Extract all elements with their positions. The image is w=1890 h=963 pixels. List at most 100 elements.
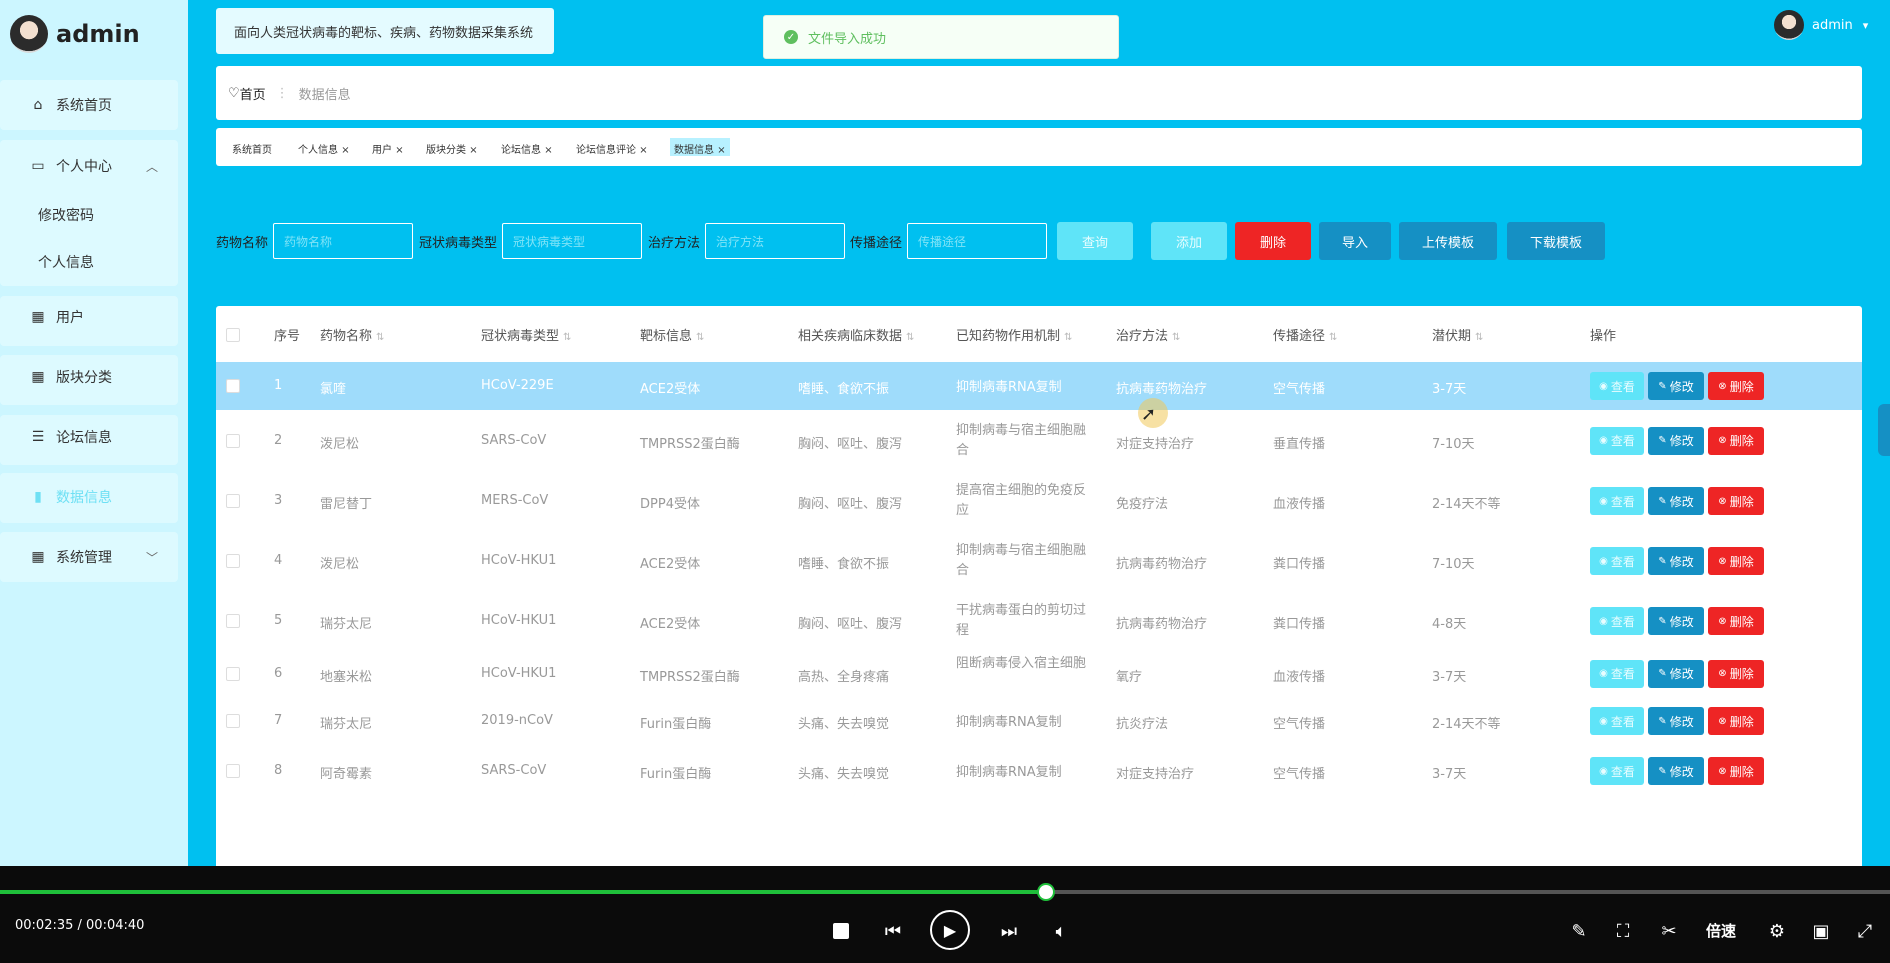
- table-row[interactable]: 3 雷尼替丁 MERS-CoV DPP4受体 胸闷、呕吐、腹泻 提高宿主细胞的免疫反应 免疫…: [216, 471, 1862, 531]
- row-checkbox[interactable]: [226, 554, 240, 568]
- sort-icon[interactable]: ⇅: [1475, 332, 1483, 343]
- delete-row-button[interactable]: ⊗ 删除: [1708, 547, 1764, 575]
- edit-button[interactable]: ✎ 修改: [1648, 607, 1704, 635]
- edit-button[interactable]: ✎ 修改: [1648, 659, 1704, 688]
- view-button[interactable]: ◉ 查看: [1590, 487, 1644, 515]
- annotate-button[interactable]: ✎: [1566, 918, 1592, 944]
- close-icon[interactable]: ×: [544, 145, 552, 156]
- close-icon[interactable]: ×: [717, 145, 725, 156]
- view-button[interactable]: ◉ 查看: [1590, 707, 1644, 735]
- view-button[interactable]: ◉ 查看: [1590, 372, 1644, 400]
- progress-knob[interactable]: [1037, 883, 1056, 901]
- delete-row-button[interactable]: ⊗ 删除: [1708, 487, 1764, 515]
- query-button[interactable]: 查询: [1057, 222, 1133, 260]
- edit-button[interactable]: ✎ 修改: [1648, 372, 1704, 400]
- tab-personal-info[interactable]: 个人信息 ×: [294, 138, 354, 156]
- next-button[interactable]: ⏭: [996, 918, 1022, 944]
- delete-row-button[interactable]: ⊗ 删除: [1708, 707, 1764, 735]
- delete-row-button[interactable]: ⊗ 删除: [1708, 757, 1764, 785]
- upload-template-button[interactable]: 上传模板: [1399, 222, 1497, 260]
- row-checkbox[interactable]: [226, 666, 240, 681]
- sidebar-item-personal-center[interactable]: ▭ 个人中心 ︿: [0, 142, 178, 190]
- column-header[interactable]: 靶标信息 ⇅: [640, 325, 704, 344]
- sidebar-item-data[interactable]: ▮ 数据信息: [0, 473, 178, 521]
- sort-icon[interactable]: ⇅: [1172, 332, 1180, 343]
- import-button[interactable]: 导入: [1319, 222, 1391, 260]
- view-button[interactable]: ◉ 查看: [1590, 426, 1644, 455]
- column-header[interactable]: 传播途径 ⇅: [1273, 325, 1337, 344]
- fullscreen-button[interactable]: ⤢: [1852, 918, 1878, 944]
- tab-users[interactable]: 用户 ×: [368, 138, 408, 156]
- close-icon[interactable]: ×: [341, 145, 349, 156]
- close-icon[interactable]: ×: [469, 145, 477, 156]
- delete-row-button[interactable]: ⊗ 删除: [1708, 659, 1764, 688]
- row-checkbox[interactable]: [226, 433, 240, 448]
- tab-forum-comments[interactable]: 论坛信息评论 ×: [572, 138, 652, 156]
- table-row[interactable]: 4 泼尼松 HCoV-HKU1 ACE2受体 嗜睡、食欲不振 抑制病毒与宿主细胞融合 抗病毒…: [216, 531, 1862, 591]
- view-button[interactable]: ◉ 查看: [1590, 547, 1644, 575]
- sidebar-item-system[interactable]: ▦ 系统管理 ﹀: [0, 533, 178, 581]
- edit-button[interactable]: ✎ 修改: [1648, 426, 1704, 455]
- sort-icon[interactable]: ⇅: [1329, 332, 1337, 343]
- pip-button[interactable]: ▣: [1808, 918, 1834, 944]
- add-button[interactable]: 添加: [1151, 222, 1227, 260]
- delete-row-button[interactable]: ⊗ 删除: [1708, 607, 1764, 635]
- sort-icon[interactable]: ⇅: [1064, 332, 1072, 343]
- treatment-input[interactable]: 治疗方法: [705, 223, 845, 259]
- row-checkbox[interactable]: [226, 614, 240, 628]
- column-header[interactable]: 冠状病毒类型 ⇅: [481, 325, 571, 344]
- column-header[interactable]: 药物名称 ⇅: [320, 325, 384, 344]
- close-icon[interactable]: ×: [395, 145, 403, 156]
- sidebar-item-users[interactable]: ▦ 用户: [0, 293, 178, 341]
- sort-icon[interactable]: ⇅: [906, 332, 914, 343]
- sidebar-item-forum[interactable]: ☰ 论坛信息: [0, 413, 178, 461]
- table-row[interactable]: 7 瑞芬太尼 2019-nCoV Furin蛋白酶 头痛、失去嗅觉 抑制病毒RNA复制 抗炎…: [216, 696, 1862, 746]
- settings-button[interactable]: ⚙: [1764, 918, 1790, 944]
- speed-button[interactable]: 倍速: [1706, 920, 1736, 941]
- sidebar-item-categories[interactable]: ▦ 版块分类: [0, 353, 178, 401]
- row-checkbox[interactable]: [226, 764, 240, 778]
- delete-row-button[interactable]: ⊗ 删除: [1708, 372, 1764, 400]
- column-header[interactable]: 治疗方法 ⇅: [1116, 325, 1180, 344]
- sidebar-item-personal-info[interactable]: 个人信息: [38, 252, 94, 272]
- close-icon[interactable]: ×: [639, 145, 647, 156]
- play-button[interactable]: ▶: [930, 910, 970, 950]
- edit-button[interactable]: ✎ 修改: [1648, 707, 1704, 735]
- tab-forum[interactable]: 论坛信息 ×: [497, 138, 557, 156]
- delete-row-button[interactable]: ⊗ 删除: [1708, 426, 1764, 455]
- cut-button[interactable]: ✂: [1656, 918, 1682, 944]
- delete-button[interactable]: 删除: [1235, 222, 1311, 260]
- column-header[interactable]: 潜伏期 ⇅: [1432, 325, 1483, 344]
- user-menu[interactable]: admin ▾: [1774, 10, 1868, 40]
- sort-icon[interactable]: ⇅: [563, 332, 571, 343]
- column-header[interactable]: 相关疾病临床数据 ⇅: [798, 325, 914, 344]
- tab-data[interactable]: 数据信息 ×: [670, 138, 730, 156]
- view-button[interactable]: ◉ 查看: [1590, 659, 1644, 688]
- sidebar-item-change-password[interactable]: 修改密码: [38, 205, 94, 225]
- tab-home[interactable]: 系统首页: [228, 138, 276, 156]
- progress-track[interactable]: [0, 883, 1890, 901]
- crop-button[interactable]: ⛶: [1610, 918, 1636, 944]
- sort-icon[interactable]: ⇅: [696, 332, 704, 343]
- side-scroll-handle[interactable]: [1878, 404, 1890, 456]
- view-button[interactable]: ◉ 查看: [1590, 757, 1644, 785]
- row-checkbox[interactable]: [226, 379, 240, 393]
- edit-button[interactable]: ✎ 修改: [1648, 757, 1704, 785]
- table-row[interactable]: 5 瑞芬太尼 HCoV-HKU1 ACE2受体 胸闷、呕吐、腹泻 干扰病毒蛋白的剪切过程 抗…: [216, 591, 1862, 651]
- sidebar-item-home[interactable]: ⌂ 系统首页: [0, 81, 178, 129]
- row-checkbox[interactable]: [226, 494, 240, 508]
- virus-type-input[interactable]: 冠状病毒类型: [502, 223, 642, 259]
- drug-name-input[interactable]: 药物名称: [273, 223, 413, 259]
- download-template-button[interactable]: 下载模板: [1507, 222, 1605, 260]
- tab-categories[interactable]: 版块分类 ×: [422, 138, 482, 156]
- view-button[interactable]: ◉ 查看: [1590, 607, 1644, 635]
- previous-button[interactable]: ⏮: [880, 918, 906, 944]
- select-all-checkbox[interactable]: [226, 328, 240, 342]
- volume-button[interactable]: 🔈︎: [1048, 918, 1074, 944]
- edit-button[interactable]: ✎ 修改: [1648, 547, 1704, 575]
- table-row[interactable]: 1 氯喹 HCoV-229E ACE2受体 嗜睡、食欲不振 抑制病毒RNA复制 抗病毒药物治…: [216, 362, 1862, 410]
- sort-icon[interactable]: ⇅: [376, 332, 384, 343]
- table-row[interactable]: 8 阿奇霉素 SARS-CoV Furin蛋白酶 头痛、失去嗅觉 抑制病毒RNA复制 对症支…: [216, 746, 1862, 796]
- column-header[interactable]: 已知药物作用机制 ⇅: [956, 325, 1072, 344]
- transmission-input[interactable]: 传播途径: [907, 223, 1047, 259]
